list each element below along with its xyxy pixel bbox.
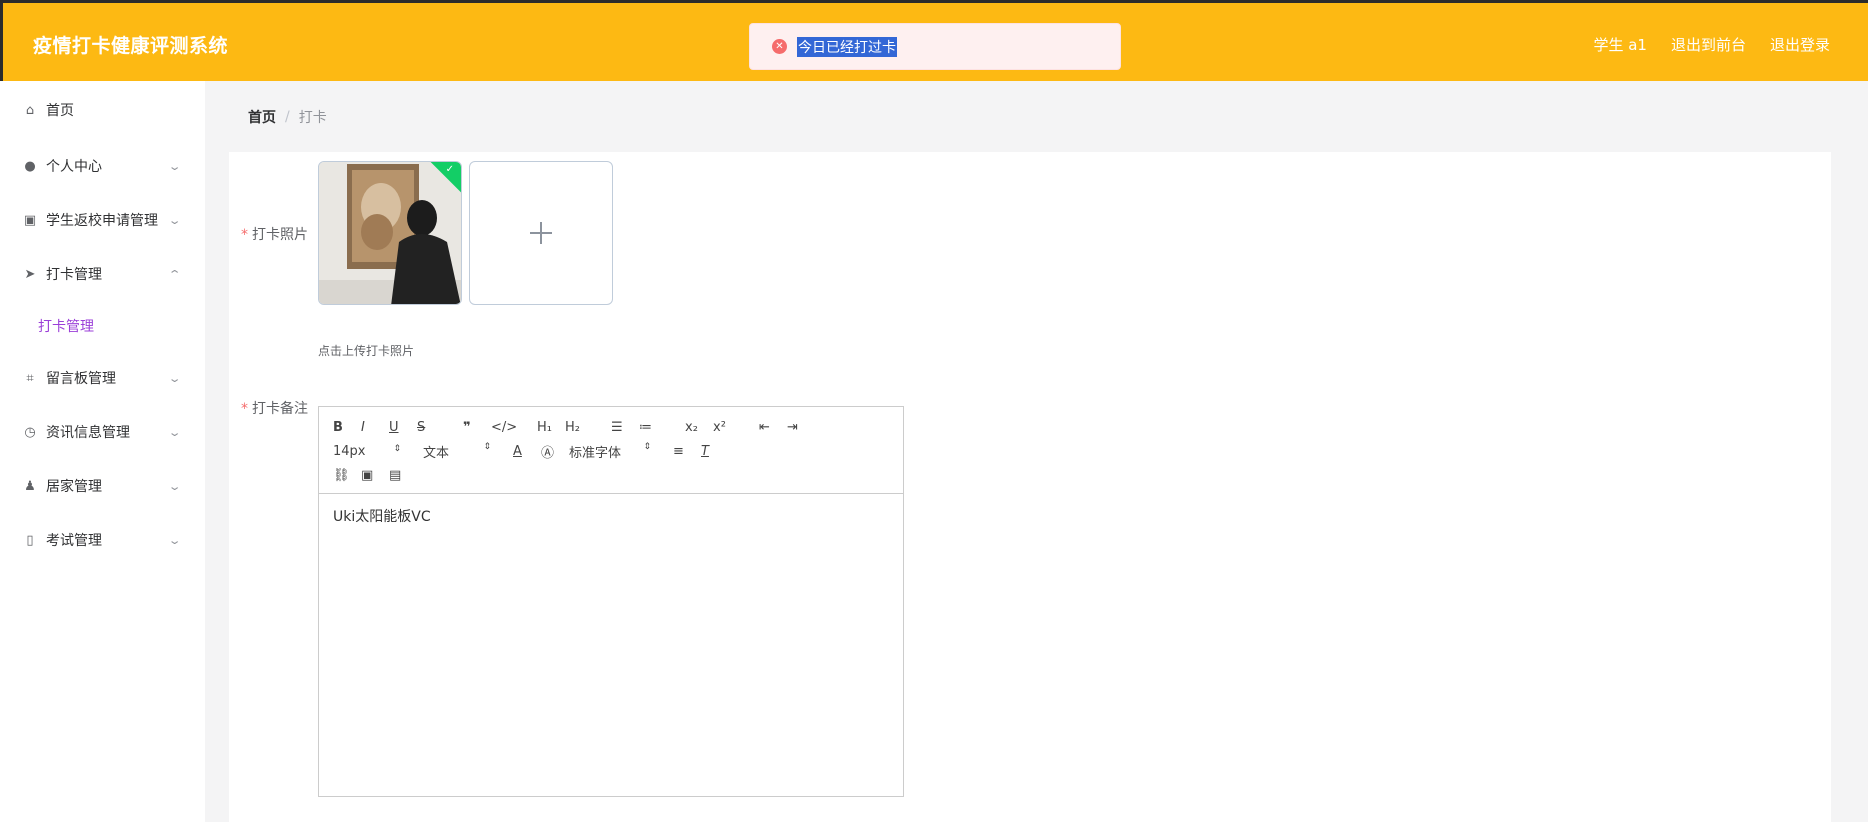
bullet-list-button[interactable]: ≔ — [639, 420, 667, 435]
outdent-button[interactable]: ⇤ — [759, 420, 787, 435]
editor-toolbar: B I U S ❞ </> H₁ H₂ ☰ ≔ x₂ x² ⇤ ⇥ 14px ⇕… — [319, 407, 903, 494]
underline-button[interactable]: U — [389, 420, 417, 435]
code-block-button[interactable]: </> — [491, 420, 519, 435]
chevron-down-icon: ⌄ — [167, 479, 182, 493]
sidebar-item-home[interactable]: ⌂ 首页 — [0, 81, 205, 139]
bulb-icon: ▯ — [26, 532, 34, 548]
heading1-button[interactable]: H₁ — [537, 420, 565, 435]
header-nav: 学生 a1 退出到前台 退出登录 — [1593, 34, 1830, 55]
sidebar-item-label: 居家管理 — [46, 479, 102, 495]
chevron-up-icon: ⌃ — [167, 267, 182, 281]
sidebar-item-label: 留言板管理 — [46, 371, 116, 387]
checkin-form: * 打卡照片 ✓ 点击上传打卡照片 * 打卡备注 B I U S ❞ </> H… — [229, 152, 1831, 822]
required-mark: * — [241, 227, 248, 243]
submenu-item-checkin[interactable]: 打卡管理 — [0, 301, 205, 351]
font-family-select[interactable]: 标准字体 ⇕ — [569, 442, 673, 461]
sidebar-item-news[interactable]: ◷ 资讯信息管理 ⌄ — [0, 405, 205, 459]
sidebar-item-label: 个人中心 — [46, 159, 102, 175]
breadcrumb-separator: / — [285, 109, 290, 125]
sidebar: ⌂ 首页 ● 个人中心 ⌄ ▣ 学生返校申请管理 ⌄ ➤ 打卡管理 ⌃ 打卡管理… — [0, 81, 205, 822]
upload-tip: 点击上传打卡照片 — [318, 344, 415, 358]
toast-message: 今日已经打过卡 — [797, 36, 897, 57]
clear-format-button[interactable]: T — [701, 444, 729, 459]
indent-button[interactable]: ⇥ — [787, 420, 815, 435]
sidebar-item-label: 首页 — [46, 103, 74, 119]
align-button[interactable]: ≡ — [673, 444, 701, 459]
chevron-down-icon: ⌄ — [167, 213, 182, 227]
send-icon: ➤ — [24, 266, 36, 282]
exit-to-front-link[interactable]: 退出到前台 — [1671, 34, 1746, 55]
video-icon[interactable]: ▤ — [389, 468, 417, 483]
rich-text-editor: B I U S ❞ </> H₁ H₂ ☰ ≔ x₂ x² ⇤ ⇥ 14px ⇕… — [318, 406, 904, 797]
breadcrumb-home[interactable]: 首页 — [248, 107, 276, 127]
select-arrow-icon: ⇕ — [643, 441, 651, 452]
home-icon: ⌂ — [25, 102, 35, 118]
upload-photo-button[interactable] — [469, 161, 613, 305]
chevron-down-icon: ⌄ — [167, 159, 182, 173]
ordered-list-button[interactable]: ☰ — [611, 420, 639, 435]
check-icon: ✓ — [445, 164, 454, 175]
sidebar-item-return-application[interactable]: ▣ 学生返校申请管理 ⌄ — [0, 193, 205, 247]
text-color-button[interactable]: A — [513, 444, 541, 459]
background-color-button[interactable]: Ⓐ — [541, 442, 569, 461]
user-icon: ● — [24, 158, 36, 174]
strikethrough-button[interactable]: S — [417, 420, 445, 435]
crop-icon: ⌗ — [26, 370, 34, 386]
italic-button[interactable]: I — [361, 420, 389, 435]
remark-field-label: * 打卡备注 — [241, 401, 308, 417]
select-arrow-icon: ⇕ — [393, 443, 401, 454]
chevron-down-icon: ⌄ — [167, 533, 182, 547]
submenu-item-label: 打卡管理 — [38, 319, 94, 335]
sidebar-item-home-quarantine[interactable]: ♟ 居家管理 ⌄ — [0, 459, 205, 513]
subscript-button[interactable]: x₂ — [685, 420, 713, 435]
breadcrumb: 首页 / 打卡 — [229, 92, 1829, 142]
blockquote-button[interactable]: ❞ — [463, 420, 491, 435]
superscript-button[interactable]: x² — [713, 420, 741, 435]
compass-icon: ◷ — [24, 424, 36, 440]
image-icon[interactable]: ▣ — [361, 468, 389, 483]
app-title: 疫情打卡健康评测系统 — [33, 35, 229, 57]
logout-link[interactable]: 退出登录 — [1770, 34, 1830, 55]
sidebar-item-label: 考试管理 — [46, 533, 102, 549]
error-toast: ✕ 今日已经打过卡 — [749, 23, 1121, 70]
sidebar-item-checkin-management[interactable]: ➤ 打卡管理 ⌃ — [0, 247, 205, 301]
chevron-down-icon: ⌄ — [167, 371, 182, 385]
header-select[interactable]: 文本 ⇕ — [423, 442, 513, 461]
uploaded-photo — [319, 162, 461, 304]
sidebar-item-personal-center[interactable]: ● 个人中心 ⌄ — [0, 139, 205, 193]
bold-button[interactable]: B — [333, 420, 361, 435]
sidebar-item-label: 打卡管理 — [46, 267, 102, 283]
stamp-icon: ♟ — [24, 478, 36, 494]
sidebar-item-label: 学生返校申请管理 — [46, 213, 158, 229]
sidebar-item-exam[interactable]: ▯ 考试管理 ⌄ — [0, 513, 205, 567]
clipboard-icon: ▣ — [23, 212, 37, 228]
uploaded-photo-thumbnail[interactable]: ✓ — [318, 161, 462, 305]
link-icon[interactable]: ⛓ — [333, 468, 361, 483]
error-circle-icon: ✕ — [772, 39, 787, 54]
select-arrow-icon: ⇕ — [483, 441, 491, 452]
font-size-select[interactable]: 14px ⇕ — [333, 444, 423, 459]
chevron-down-icon: ⌄ — [167, 425, 182, 439]
photo-field-label: * 打卡照片 — [241, 227, 308, 243]
editor-content[interactable]: Uki太阳能板VC — [319, 494, 903, 538]
sidebar-item-label: 资讯信息管理 — [46, 425, 130, 441]
breadcrumb-current: 打卡 — [298, 110, 327, 126]
current-user-label[interactable]: 学生 a1 — [1593, 34, 1647, 55]
sidebar-item-message-board[interactable]: ⌗ 留言板管理 ⌄ — [0, 351, 205, 405]
heading2-button[interactable]: H₂ — [565, 420, 593, 435]
required-mark: * — [241, 401, 248, 417]
